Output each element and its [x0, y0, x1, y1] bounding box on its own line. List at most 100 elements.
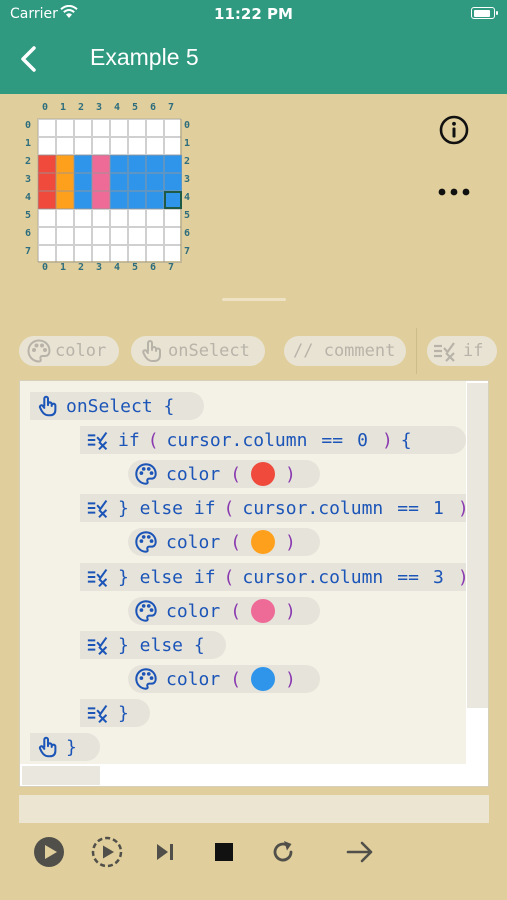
step-icon[interactable]: [90, 835, 124, 869]
grid-cell[interactable]: [74, 191, 92, 209]
page-title: Example 5: [90, 44, 199, 70]
grid-cell[interactable]: [128, 137, 146, 155]
color-swatch[interactable]: [251, 530, 276, 554]
grid-cell[interactable]: [92, 155, 110, 173]
grid-cell[interactable]: [38, 227, 56, 245]
code-editor[interactable]: onSelect { if(cursor.column == 0){ color() } …: [19, 380, 489, 787]
grid-cell[interactable]: [146, 245, 164, 263]
column-label-top: 1: [60, 102, 67, 113]
skip-forward-icon[interactable]: [148, 835, 182, 869]
grid-cell[interactable]: [146, 137, 164, 155]
palette-color-block[interactable]: color: [19, 336, 119, 366]
grid-cell[interactable]: [164, 119, 182, 137]
grid-cell[interactable]: [74, 227, 92, 245]
onselect-close-block[interactable]: }: [30, 733, 100, 761]
grid-cell[interactable]: [92, 173, 110, 191]
grid-cell[interactable]: [38, 191, 56, 209]
grid-cell[interactable]: [74, 245, 92, 263]
grid-cell[interactable]: [146, 191, 164, 209]
color-block[interactable]: color (): [128, 665, 320, 693]
vertical-scrollbar[interactable]: [467, 383, 488, 708]
grid-cell[interactable]: [146, 119, 164, 137]
grid-cell[interactable]: [38, 209, 56, 227]
grid-cell[interactable]: [128, 209, 146, 227]
grid-cell[interactable]: [92, 209, 110, 227]
color-swatch[interactable]: [251, 462, 276, 486]
grid-cell[interactable]: [38, 173, 56, 191]
grid-cell[interactable]: [164, 155, 182, 173]
grid-cell[interactable]: [110, 209, 128, 227]
grid-cell[interactable]: [74, 209, 92, 227]
grid-cell[interactable]: [56, 137, 74, 155]
grid-cell[interactable]: [128, 119, 146, 137]
grid-cell[interactable]: [38, 155, 56, 173]
if-block[interactable]: if (cursor.column == 0) {: [80, 426, 466, 454]
grid-cell[interactable]: [128, 245, 146, 263]
if-block[interactable]: } else if(cursor.column==3){: [80, 563, 466, 591]
grid-cell[interactable]: [38, 245, 56, 263]
palette-comment-block[interactable]: // comment: [284, 336, 406, 366]
grid-cell[interactable]: [92, 191, 110, 209]
palette-if-block[interactable]: if: [427, 336, 497, 366]
grid-cell[interactable]: [128, 173, 146, 191]
grid-cell[interactable]: [146, 173, 164, 191]
grid-cell[interactable]: [164, 209, 182, 227]
grid-cell[interactable]: [74, 119, 92, 137]
grid-cell[interactable]: [92, 245, 110, 263]
if-block[interactable]: } else if(cursor.column==1){: [80, 494, 466, 522]
grid-cell[interactable]: [146, 209, 164, 227]
color-swatch[interactable]: [251, 599, 276, 623]
grid-cell[interactable]: [56, 245, 74, 263]
grid-cell[interactable]: [164, 245, 182, 263]
grid-cell[interactable]: [110, 155, 128, 173]
grid-cell[interactable]: [128, 191, 146, 209]
info-icon[interactable]: [438, 114, 470, 146]
grid-cell[interactable]: [110, 227, 128, 245]
play-icon[interactable]: [32, 835, 66, 869]
grid-cell[interactable]: [74, 155, 92, 173]
grid-cell[interactable]: [56, 191, 74, 209]
grid-cell[interactable]: [110, 137, 128, 155]
grid-cell[interactable]: [38, 119, 56, 137]
stop-icon[interactable]: [207, 835, 241, 869]
color-block[interactable]: color (): [128, 528, 320, 556]
drag-handle[interactable]: [222, 298, 286, 301]
grid-cell[interactable]: [56, 209, 74, 227]
forward-arrow-icon[interactable]: [343, 835, 377, 869]
color-block[interactable]: color (): [128, 597, 320, 625]
else-block[interactable]: } else {: [80, 631, 226, 659]
grid-cell[interactable]: [164, 137, 182, 155]
grid-cell[interactable]: [128, 155, 146, 173]
grid-cell[interactable]: [92, 227, 110, 245]
grid-cell[interactable]: [110, 173, 128, 191]
grid-cell[interactable]: [56, 227, 74, 245]
chevron-left-icon[interactable]: [14, 44, 44, 74]
grid-cell[interactable]: [110, 119, 128, 137]
code-canvas[interactable]: onSelect { if(cursor.column == 0){ color() } …: [20, 381, 466, 764]
more-icon[interactable]: [436, 182, 472, 202]
grid-cell[interactable]: [38, 137, 56, 155]
grid-cell[interactable]: [164, 227, 182, 245]
grid-cell[interactable]: [110, 245, 128, 263]
grid-cell[interactable]: [164, 191, 182, 209]
horizontal-scrollbar[interactable]: [22, 766, 100, 785]
grid-cell[interactable]: [164, 173, 182, 191]
reset-icon[interactable]: [266, 835, 300, 869]
grid-cell[interactable]: [56, 119, 74, 137]
palette-onselect-block[interactable]: onSelect: [131, 336, 265, 366]
if-close-block[interactable]: }: [80, 699, 150, 727]
color-swatch[interactable]: [251, 667, 276, 691]
color-block[interactable]: color (): [128, 460, 320, 488]
grid-cell[interactable]: [56, 173, 74, 191]
grid-cell[interactable]: [56, 155, 74, 173]
grid-cell[interactable]: [74, 173, 92, 191]
pixel-grid[interactable]: [37, 118, 182, 263]
grid-cell[interactable]: [92, 137, 110, 155]
grid-cell[interactable]: [146, 155, 164, 173]
grid-cell[interactable]: [146, 227, 164, 245]
grid-cell[interactable]: [92, 119, 110, 137]
grid-cell[interactable]: [74, 137, 92, 155]
grid-cell[interactable]: [128, 227, 146, 245]
grid-cell[interactable]: [110, 191, 128, 209]
onselect-block[interactable]: onSelect {: [30, 392, 204, 420]
